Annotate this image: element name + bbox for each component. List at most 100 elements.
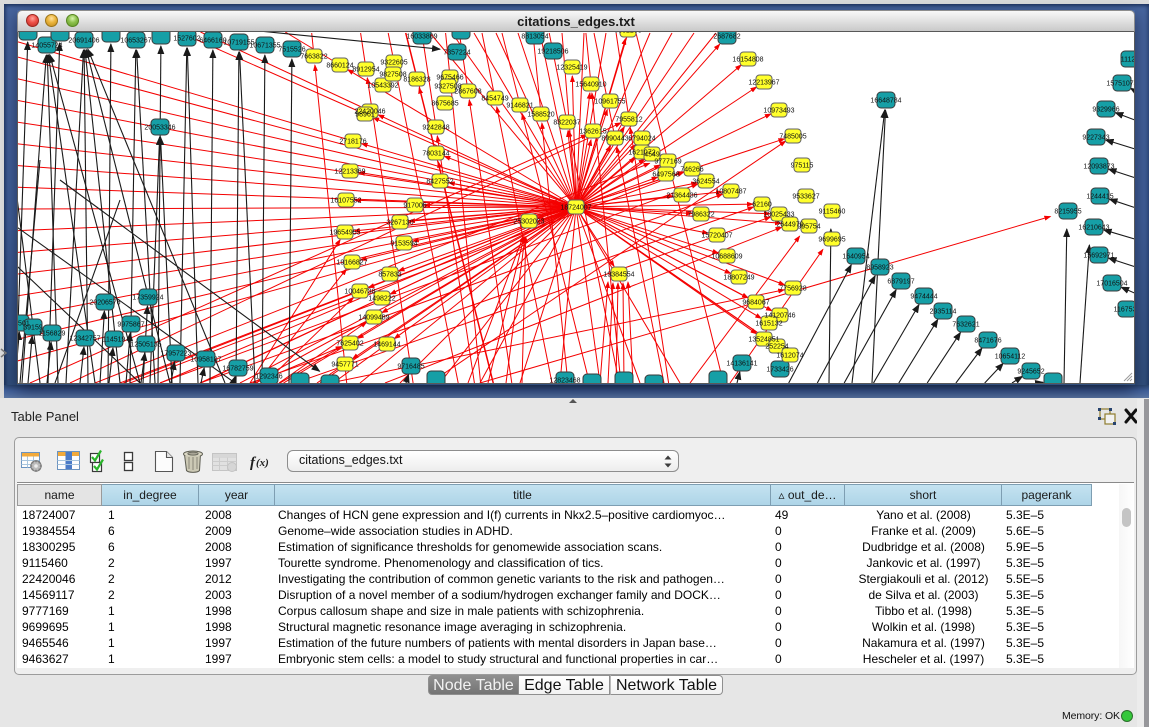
- svg-text:10654112: 10654112: [995, 354, 1026, 361]
- svg-text:7803144: 7803144: [422, 151, 449, 158]
- svg-text:995754: 995754: [797, 224, 820, 231]
- svg-text:14099489: 14099489: [358, 315, 389, 322]
- svg-text:7515526: 7515526: [278, 47, 305, 54]
- svg-text:252254: 252254: [765, 344, 788, 351]
- svg-text:9832203: 9832203: [614, 32, 641, 35]
- svg-text:7632621: 7632621: [952, 322, 979, 329]
- svg-text:9716485: 9716485: [397, 364, 424, 371]
- svg-text:3267130: 3267130: [386, 220, 413, 227]
- svg-text:8990443: 8990443: [601, 136, 628, 143]
- svg-text:7357224: 7357224: [443, 50, 470, 57]
- svg-text:2718176: 2718176: [339, 139, 366, 146]
- svg-text:8813054: 8813054: [521, 34, 548, 41]
- svg-text:857833: 857833: [378, 272, 401, 279]
- svg-text:12213967: 12213967: [748, 80, 779, 87]
- svg-text:3624554: 3624554: [692, 179, 719, 186]
- svg-text:20691406: 20691406: [68, 38, 99, 45]
- svg-text:114519: 114519: [103, 337, 126, 344]
- svg-text:1244415: 1244415: [1086, 194, 1113, 201]
- svg-text:8454749: 8454749: [481, 96, 508, 103]
- svg-text:1588520: 1588520: [527, 112, 554, 119]
- svg-text:2687682: 2687682: [713, 34, 740, 41]
- svg-text:9245652: 9245652: [1017, 369, 1044, 376]
- svg-text:1469144: 1469144: [373, 342, 400, 349]
- svg-text:9675466: 9675466: [436, 75, 463, 82]
- svg-text:10543392: 10543392: [367, 83, 398, 90]
- svg-text:19654955: 19654955: [329, 230, 360, 237]
- svg-text:10961755: 10961755: [594, 99, 625, 106]
- svg-text:7625402: 7625402: [336, 341, 363, 348]
- svg-text:2935114: 2935114: [930, 309, 957, 316]
- svg-text:9474444: 9474444: [910, 294, 937, 301]
- svg-text:917006: 917006: [403, 203, 426, 210]
- svg-text:10653267: 10653267: [120, 38, 151, 45]
- svg-text:975115: 975115: [791, 163, 814, 170]
- svg-text:8912954: 8912954: [352, 67, 379, 74]
- svg-text:9242848: 9242848: [422, 125, 449, 132]
- svg-text:12505135: 12505135: [130, 342, 161, 349]
- svg-text:9322605: 9322605: [380, 60, 407, 67]
- svg-text:19166827: 19166827: [336, 260, 367, 267]
- svg-text:8215955: 8215955: [1054, 209, 1081, 216]
- svg-text:9146821: 9146821: [506, 103, 533, 110]
- svg-text:21364436: 21364436: [666, 193, 697, 200]
- svg-text:16154808: 16154808: [732, 57, 763, 64]
- svg-text:13524851: 13524851: [748, 337, 779, 344]
- svg-text:8675685: 8675685: [431, 101, 458, 108]
- svg-text:12093873: 12093873: [1083, 164, 1114, 171]
- svg-text:9457771: 9457771: [331, 362, 358, 369]
- svg-text:1362615: 1362615: [579, 129, 606, 136]
- svg-text:7485005: 7485005: [779, 134, 806, 141]
- svg-text:12823468: 12823468: [549, 378, 580, 384]
- svg-text:25302023: 25302023: [513, 219, 544, 226]
- svg-text:20053346: 20053346: [144, 125, 175, 132]
- svg-text:14120746: 14120746: [764, 313, 795, 320]
- svg-text:14136141: 14136141: [726, 361, 757, 368]
- svg-text:12213369: 12213369: [334, 169, 365, 176]
- svg-text:1733426: 1733426: [766, 367, 793, 374]
- svg-text:8322037: 8322037: [553, 120, 580, 127]
- svg-text:15720407: 15720407: [701, 233, 732, 240]
- svg-text:7756928: 7756928: [779, 286, 806, 293]
- svg-text:15692971: 15692971: [1083, 253, 1114, 260]
- svg-text:9227343: 9227343: [1082, 135, 1109, 142]
- svg-text:1612074: 1612074: [776, 353, 803, 360]
- svg-text:9329966: 9329966: [1092, 107, 1119, 114]
- svg-text:18724007: 18724007: [560, 205, 591, 212]
- svg-text:16210643: 16210643: [1078, 225, 1109, 232]
- svg-text:10046738: 10046738: [344, 289, 375, 296]
- svg-text:6497568: 6497568: [652, 172, 679, 179]
- svg-text:8186328: 8186328: [403, 77, 430, 84]
- svg-text:10025433: 10025433: [763, 212, 794, 219]
- svg-text:(x): (x): [256, 457, 269, 469]
- svg-text:15640910: 15640910: [575, 82, 606, 89]
- svg-text:10973493: 10973493: [763, 108, 794, 115]
- svg-text:1527602: 1527602: [173, 36, 200, 43]
- svg-text:9533627: 9533627: [792, 194, 819, 201]
- svg-text:9777169: 9777169: [654, 159, 681, 166]
- svg-text:8660124: 8660124: [326, 63, 353, 70]
- svg-text:17016504: 17016504: [1096, 281, 1127, 288]
- svg-text:10958187: 10958187: [190, 357, 221, 364]
- svg-text:8427552: 8427552: [426, 179, 453, 186]
- svg-text:7955812: 7955812: [615, 117, 642, 124]
- svg-text:9684067: 9684067: [742, 300, 769, 307]
- svg-text:1167533: 1167533: [1114, 307, 1134, 314]
- svg-text:17359924: 17359924: [132, 295, 163, 302]
- svg-text:9699695: 9699695: [818, 237, 845, 244]
- svg-text:1615132: 1615132: [755, 321, 782, 328]
- svg-text:16107552: 16107552: [330, 198, 361, 205]
- svg-text:12342757: 12342757: [69, 336, 100, 343]
- svg-text:2867608: 2867608: [454, 89, 481, 96]
- svg-text:6794024: 6794024: [628, 136, 655, 143]
- svg-text:19218506: 19218506: [537, 49, 568, 56]
- svg-text:12325419: 12325419: [556, 65, 587, 72]
- svg-text:98961: 98961: [355, 112, 375, 119]
- svg-text:17957223: 17957223: [160, 351, 191, 358]
- svg-text:1292346: 1292346: [255, 374, 282, 381]
- svg-text:10688609: 10688609: [711, 254, 742, 261]
- svg-text:7986322: 7986322: [687, 212, 714, 219]
- svg-text:6879197: 6879197: [887, 279, 914, 286]
- svg-text:9975867: 9975867: [117, 322, 144, 329]
- svg-text:746266: 746266: [680, 167, 703, 174]
